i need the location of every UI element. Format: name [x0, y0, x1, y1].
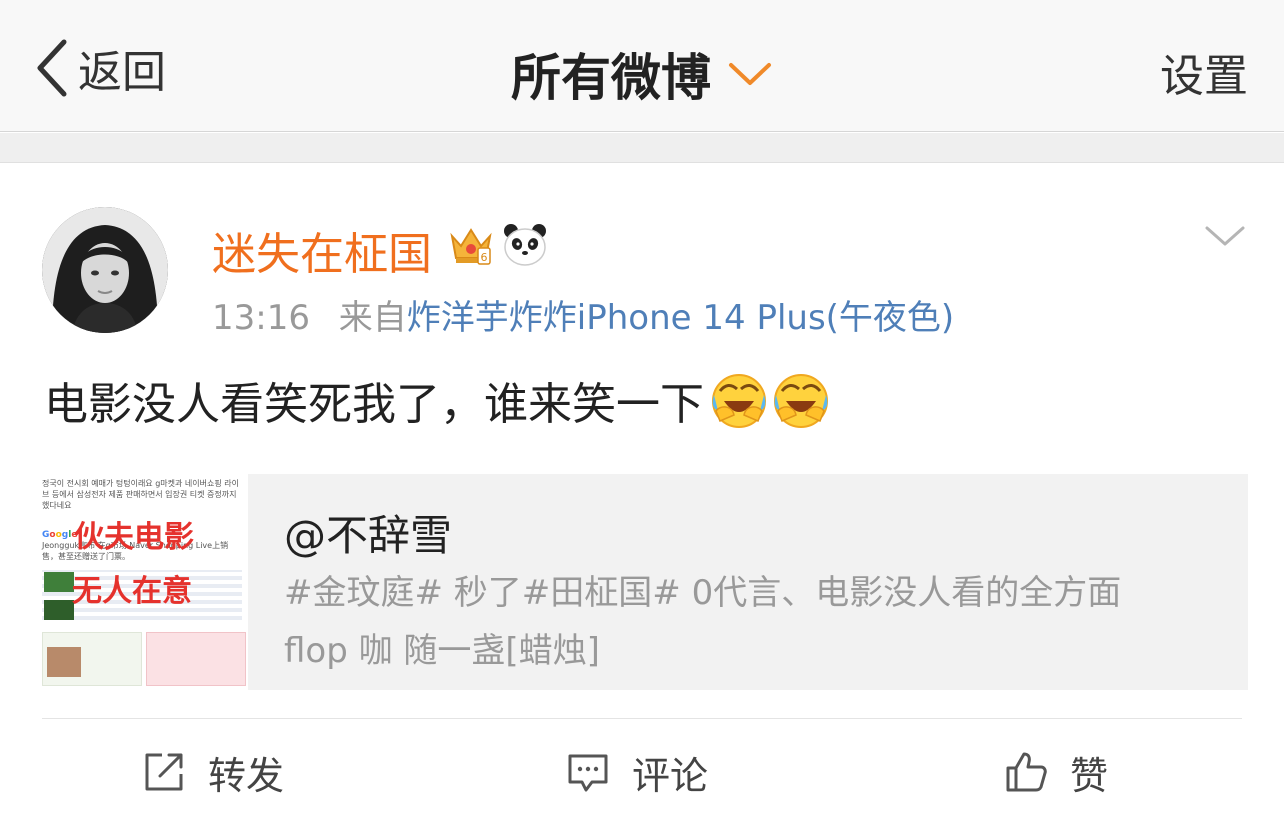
feed-filter-dropdown[interactable]: 所有微博: [511, 38, 773, 110]
settings-button[interactable]: 设置: [1160, 40, 1248, 104]
laugh-cry-emoji-icon: [712, 374, 766, 428]
chevron-down-icon: [729, 63, 771, 85]
post-menu-chevron-icon[interactable]: [1204, 224, 1246, 248]
laugh-cry-emoji-icon: [774, 374, 828, 428]
thumbnail-shop-card: [146, 632, 246, 686]
repost-icon: [145, 753, 183, 791]
navigation-bar: 返回 所有微博 设置: [0, 0, 1284, 132]
post-text: 电影没人看笑死我了，谁来笑一下: [44, 379, 704, 430]
avatar[interactable]: [42, 207, 168, 333]
repost-button[interactable]: 转发: [142, 742, 284, 802]
comment-button[interactable]: 评论: [566, 742, 708, 802]
quoted-post-author: @不辞雪: [284, 511, 453, 560]
thumbnail-product-image: [44, 572, 74, 592]
username[interactable]: 迷失在柾国: [212, 218, 432, 282]
crown-badge-icon[interactable]: 6: [448, 222, 494, 268]
thumbnail-shop-card: [42, 632, 142, 686]
quoted-post-card[interactable]: 정국이 전시회 예매가 텅텅이래요 g마켓과 네이버쇼핑 라이브 등에서 삼성전…: [36, 474, 1248, 690]
thumbnail-overlay-text: 无人在意: [72, 574, 192, 609]
page-title: 所有微博: [511, 49, 711, 107]
quoted-post-thumbnail: 정국이 전시회 예매가 텅텅이래요 g마켓과 네이버쇼핑 라이브 등에서 삼성전…: [36, 474, 248, 690]
panda-badge-icon[interactable]: [502, 222, 548, 268]
post-time: 13:16: [212, 298, 310, 338]
thumbnail-text-korean: 정국이 전시회 예매가 텅텅이래요 g마켓과 네이버쇼핑 라이브 등에서 삼성전…: [42, 479, 239, 510]
repost-label: 转发: [208, 753, 285, 798]
source-prefix: 来自: [338, 298, 407, 338]
comment-label: 评论: [632, 753, 709, 798]
thumbnail-product-image: [44, 600, 74, 620]
quoted-post-text: #金玟庭# 秒了#田柾国# 0代言、电影没人看的全方面flop 咖 随一盏[蜡烛…: [284, 573, 1122, 671]
thumbnail-overlay-text: 伙夫电影: [74, 520, 194, 555]
section-gap: [0, 133, 1284, 163]
post-body: 电影没人看笑死我了，谁来笑一下: [44, 368, 830, 432]
post-source-link[interactable]: 炸洋芋炸炸iPhone 14 Plus(午夜色): [407, 298, 954, 338]
avatar-photo: [42, 207, 168, 333]
comment-icon: [568, 754, 608, 792]
like-button[interactable]: 赞: [1004, 742, 1108, 802]
thumbs-up-icon: [1006, 752, 1047, 792]
like-label: 赞: [1070, 753, 1109, 798]
post-meta: 13:16 来自炸洋芋炸炸iPhone 14 Plus(午夜色): [212, 290, 954, 339]
svg-text:6: 6: [481, 251, 488, 264]
divider: [42, 718, 1242, 719]
